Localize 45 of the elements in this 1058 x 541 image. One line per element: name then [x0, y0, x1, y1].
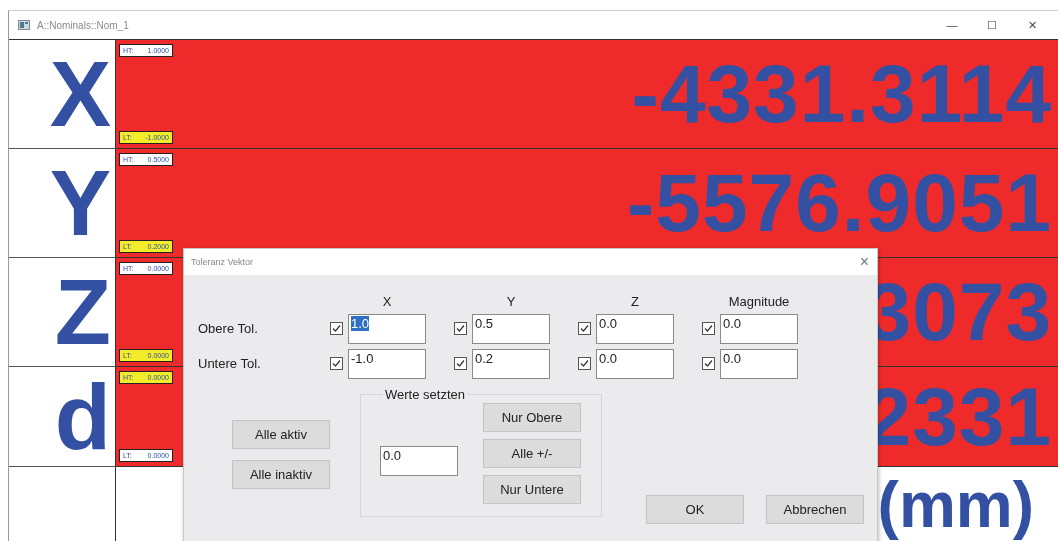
input-field[interactable]: -1.0: [348, 348, 426, 379]
measured-value: -4331.3114: [631, 53, 1053, 135]
window-icon: [18, 20, 30, 30]
checkbox[interactable]: [702, 357, 715, 370]
row-label: Obere Tol.: [198, 321, 259, 336]
axis-label: Z: [54, 266, 111, 358]
input-field[interactable]: 0.0: [720, 313, 798, 344]
checkbox[interactable]: [702, 322, 715, 335]
ok-button[interactable]: OK: [646, 495, 744, 524]
close-button[interactable]: ×: [857, 254, 871, 270]
checkbox[interactable]: [578, 322, 591, 335]
measured-value: -5576.9051: [627, 162, 1053, 244]
column-header: X: [381, 293, 393, 309]
input-field[interactable]: 0.2: [472, 348, 550, 379]
dialog-button[interactable]: Nur Untere: [483, 474, 581, 504]
dialog-button[interactable]: Alle aktiv: [232, 420, 330, 449]
input-field[interactable]: 0.0: [720, 348, 798, 379]
measured-value: 3073: [865, 271, 1053, 353]
input-field[interactable]: 1.0: [348, 313, 426, 344]
row-label: Untere Tol.: [198, 356, 262, 371]
checkbox[interactable]: [578, 357, 591, 370]
input-field[interactable]: 0.0: [596, 348, 674, 379]
minimize-button[interactable]: —: [932, 19, 972, 31]
column-header: Z: [630, 293, 640, 309]
window-title: A::Nominals::Nom_1: [37, 19, 129, 31]
dialog-button[interactable]: Alle inaktiv: [232, 460, 330, 489]
input-field[interactable]: 0.5: [472, 313, 550, 344]
maximize-button[interactable]: ☐: [972, 18, 1012, 32]
dialog-button[interactable]: Nur Obere: [483, 402, 581, 432]
group-title: Werte setzten: [384, 387, 466, 402]
checkbox[interactable]: [454, 322, 467, 335]
column-header: Y: [505, 293, 517, 309]
dialog-title: Toleranz Vektor: [191, 257, 254, 267]
input-field[interactable]: 0.0: [380, 446, 458, 476]
input-field[interactable]: 0.0: [596, 313, 674, 344]
close-button[interactable]: ✕: [1012, 18, 1052, 32]
cancel-button[interactable]: Abbrechen: [766, 495, 864, 524]
column-header: Magnitude: [727, 293, 791, 309]
dialog-button[interactable]: Alle +/-: [483, 438, 581, 468]
axis-label: d: [54, 370, 111, 463]
axis-label: X: [49, 48, 111, 140]
checkbox[interactable]: [330, 357, 343, 370]
axis-label: Y: [49, 157, 111, 249]
checkbox[interactable]: [330, 322, 343, 335]
checkbox[interactable]: [454, 357, 467, 370]
